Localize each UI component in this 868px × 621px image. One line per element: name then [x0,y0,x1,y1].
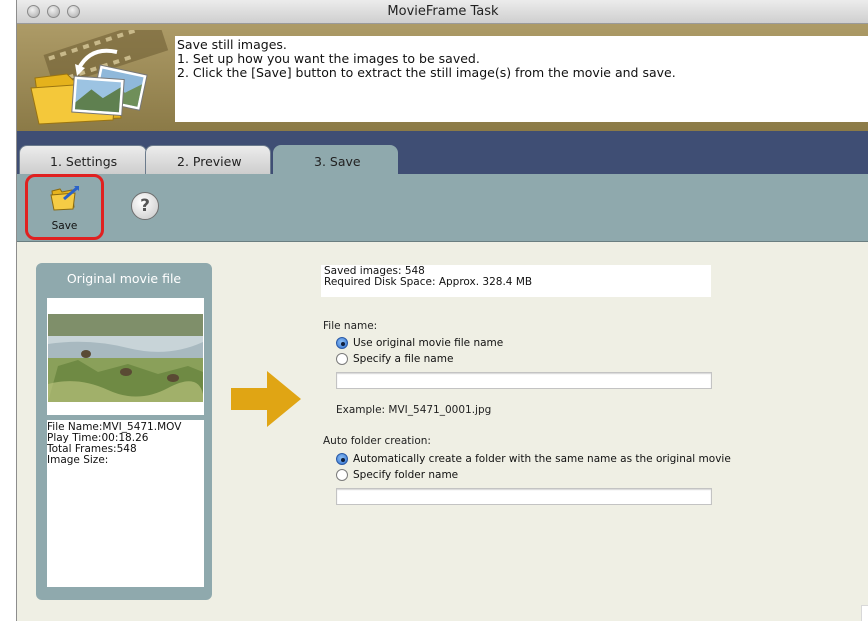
radio-label: Use original movie file name [353,337,504,349]
tab-preview[interactable]: 2. Preview [145,145,271,174]
radio-use-original-name[interactable]: Use original movie file name [336,337,503,349]
radio-button-selected[interactable] [336,453,348,465]
movie-info-line: Image Size: [47,454,109,466]
header-banner: Save still images. 1. Set up how you wan… [17,24,868,131]
radio-button[interactable] [336,353,348,365]
tab-bar: 1. Settings 2. Preview 3. Save [17,131,868,175]
instruction-line: Save still images. [177,37,287,52]
window-title: MovieFrame Task [387,4,499,19]
save-button[interactable]: Save [25,174,104,240]
save-summary-box: Saved images: 548 Required Disk Space: A… [321,265,711,297]
movie-frames-logo-icon [30,30,169,125]
radio-specify-file-name[interactable]: Specify a file name [336,353,453,365]
movieframe-window: MovieFrame Task Save still images. 1. Se… [16,0,868,621]
folder-name-input[interactable] [336,488,712,505]
tab-settings[interactable]: 1. Settings [19,145,147,174]
radio-button-selected[interactable] [336,337,348,349]
file-name-example: Example: MVI_5471_0001.jpg [336,404,492,416]
file-name-label: File name: [323,320,378,332]
radio-button[interactable] [336,469,348,481]
original-movie-title: Original movie file [38,265,210,291]
instruction-line: 2. Click the [Save] button to extract th… [177,65,676,80]
title-bar: MovieFrame Task [17,0,868,24]
instructions-panel: Save still images. 1. Set up how you wan… [175,36,868,122]
movie-thumbnail-image [48,314,203,402]
auto-folder-label: Auto folder creation: [323,435,431,447]
save-button-label: Save [51,220,78,232]
tab-save[interactable]: 3. Save [273,145,398,175]
radio-specify-folder-name[interactable]: Specify folder name [336,469,458,481]
right-arrow-icon [231,371,301,427]
thumbnail-frame [47,298,204,415]
movie-info-box: File Name:MVI_5471.MOV Play Time:00:18.2… [47,420,204,587]
radio-auto-create-folder[interactable]: Automatically create a folder with the s… [336,453,731,465]
file-name-input[interactable] [336,372,712,389]
required-disk-space: Required Disk Space: Approx. 328.4 MB [324,276,533,288]
radio-label: Specify folder name [353,469,459,481]
radio-label: Specify a file name [353,353,454,365]
save-settings-content: Original movie file File Name:MVI_5471.M… [17,243,868,621]
resize-corner[interactable] [861,605,868,621]
radio-label: Automatically create a folder with the s… [353,453,731,465]
help-question-icon[interactable]: ? [131,192,159,220]
save-folder-icon [50,186,79,211]
original-movie-panel: Original movie file File Name:MVI_5471.M… [36,263,212,600]
toolbar: Save ? [17,174,868,242]
instruction-line: 1. Set up how you want the images to be … [177,51,480,66]
